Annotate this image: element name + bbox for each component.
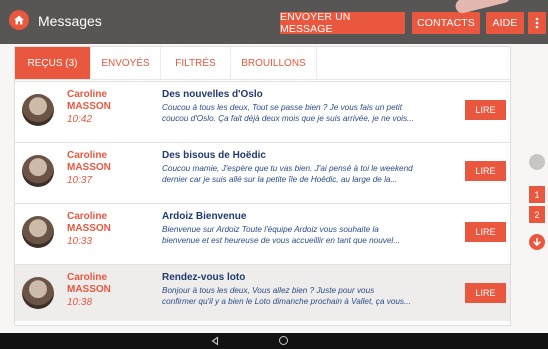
read-button[interactable]: LIRE [465,161,506,181]
tab-received[interactable]: REÇUS (3) [15,47,91,79]
home-nav-icon[interactable] [279,336,288,345]
preview-line: Coucou mamie, J'espère que tu vas bien. … [162,164,413,173]
top-bar: Messages ENVOYER UN MESSAGE CONTACTS AID… [0,0,548,44]
preview-line: coucou d'Oslo. Ça fait déjà deux mois qu… [162,114,414,123]
sender-last-name: MASSON [67,284,111,295]
sender-last-name: MASSON [67,101,111,112]
arrow-down-icon [533,237,541,246]
tab-bar: REÇUS (3) ENVOYÉS FILTRÉS BROUILLONS [15,47,510,80]
messages-panel: REÇUS (3) ENVOYÉS FILTRÉS BROUILLONS Car… [14,46,511,326]
preview-line: dernier car je suis allé sur la petite î… [162,175,398,184]
read-button[interactable]: LIRE [465,283,506,303]
page-1-button[interactable]: 1 [529,186,545,203]
sender-first-name: Caroline [67,272,108,283]
avatar [22,216,54,248]
home-button[interactable] [9,10,29,30]
message-preview: Coucou mamie, J'espère que tu vas bien. … [162,163,458,185]
preview-line: confirmer qu'il y a bien le Loto dimanch… [162,297,411,306]
tab-drafts[interactable]: BROUILLONS [231,47,317,79]
message-subject: Rendez-vous loto [162,272,246,283]
message-preview: Bonjour à tous les deux, Vous allez bien… [162,285,458,307]
more-vertical-icon [535,17,539,29]
system-nav-bar [0,333,548,349]
app-title: Messages [38,13,102,29]
sender-last-name: MASSON [67,162,111,173]
message-time: 10:38 [67,297,93,308]
message-time: 10:42 [67,114,93,125]
message-row[interactable]: Caroline MASSON 10:38 Rendez-vous loto B… [15,264,510,321]
avatar [22,155,54,187]
sender-last-name: MASSON [67,223,111,234]
avatar [22,277,54,309]
message-row[interactable]: Caroline MASSON 10:42 Des nouvelles d'Os… [15,81,510,138]
preview-line: Bienvenue sur Ardoiz Toute l'équipe Ardo… [162,225,379,234]
scroll-down-button[interactable] [529,234,545,250]
help-button[interactable]: AIDE [486,12,524,34]
tab-filtered[interactable]: FILTRÉS [161,47,231,79]
preview-line: Bonjour à tous les deux, Vous allez bien… [162,286,375,295]
scroll-up-icon[interactable] [529,154,545,170]
tablet-screen: Messages ENVOYER UN MESSAGE CONTACTS AID… [0,0,548,349]
sender-first-name: Caroline [67,211,108,222]
back-icon[interactable] [210,336,220,346]
tab-sent[interactable]: ENVOYÉS [91,47,161,79]
message-subject: Ardoiz Bienvenue [162,211,247,222]
send-message-button[interactable]: ENVOYER UN MESSAGE [280,11,405,35]
message-preview: Bienvenue sur Ardoiz Toute l'équipe Ardo… [162,224,458,246]
message-time: 10:33 [67,236,93,247]
sender-first-name: Caroline [67,89,108,100]
message-row[interactable]: Caroline MASSON 10:37 Des bisous de Hoëd… [15,142,510,199]
contacts-button[interactable]: CONTACTS [412,12,480,34]
message-subject: Des nouvelles d'Oslo [162,89,263,100]
preview-line: Coucou à tous les deux, Tout se passe bi… [162,103,403,112]
message-time: 10:37 [67,175,93,186]
home-icon [14,15,24,25]
preview-line: bienvenue et est heureuse de vous accuei… [162,236,401,245]
page-2-button[interactable]: 2 [529,206,545,223]
read-button[interactable]: LIRE [465,222,506,242]
message-row[interactable]: Caroline MASSON 10:33 Ardoiz Bienvenue B… [15,203,510,260]
message-subject: Des bisous de Hoëdic [162,150,266,161]
message-preview: Coucou à tous les deux, Tout se passe bi… [162,102,458,124]
avatar [22,94,54,126]
more-menu-button[interactable] [528,12,546,34]
sender-first-name: Caroline [67,150,108,161]
read-button[interactable]: LIRE [465,100,506,120]
